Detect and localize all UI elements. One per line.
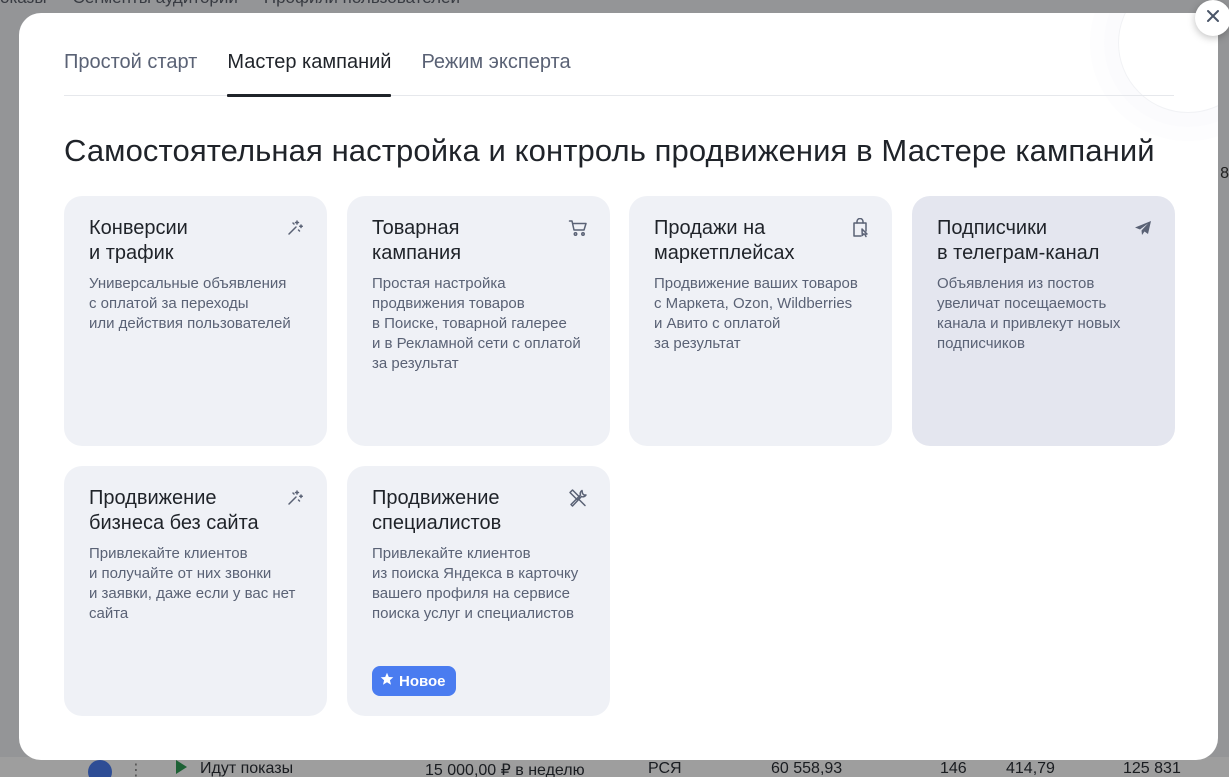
card-title: Товарная кампания xyxy=(372,217,462,264)
card-description: Привлекайте клиентов и получайте от них … xyxy=(89,545,296,622)
card-product-campaign[interactable]: Товарная кампания Простая настройка прод… xyxy=(347,196,610,446)
card-description: Простая настройка продвижения товаров в … xyxy=(372,275,581,372)
new-badge: Новое xyxy=(372,666,456,696)
card-description: Продвижение ваших товаров с Маркета, Ozo… xyxy=(654,275,858,352)
card-business-no-site[interactable]: Продвижение бизнеса без сайта Привлекайт… xyxy=(64,466,327,716)
card-description: Привлекайте клиентов из поиска Яндекса в… xyxy=(372,545,579,622)
card-description: Объявления из постов увеличат посещаемос… xyxy=(937,275,1121,352)
tab-expert-mode[interactable]: Режим эксперта xyxy=(421,41,570,96)
background-edge-number: 8 xyxy=(1220,165,1229,182)
play-icon xyxy=(176,760,187,774)
tools-icon xyxy=(568,488,588,508)
magic-wand-icon xyxy=(285,488,305,508)
card-title: Конверсии и трафик xyxy=(89,217,188,264)
card-title: Продвижение специалистов xyxy=(372,487,502,534)
badge-label: Новое xyxy=(399,672,446,690)
row-status: Идут показы xyxy=(200,760,294,777)
row-value: 414,79 xyxy=(1006,760,1055,777)
tab-campaign-master[interactable]: Мастер кампаний xyxy=(227,41,392,97)
page-title: Самостоятельная настройка и контроль про… xyxy=(64,133,1155,168)
star-icon xyxy=(380,672,394,690)
paper-plane-icon xyxy=(1133,218,1153,238)
background-table-row: ⋮ Идут показы 15 000,00 ₽ в неделю РСЯ 6… xyxy=(0,757,1229,777)
more-vertical-icon: ⋮ xyxy=(128,762,144,777)
card-description: Универсальные объявления с оплатой за пе… xyxy=(89,275,291,332)
card-title: Продажи на маркетплейсах xyxy=(654,217,795,264)
tab-simple-start[interactable]: Простой старт xyxy=(64,41,197,96)
row-value: 125 831 xyxy=(1123,760,1181,777)
row-value: 60 558,93 xyxy=(771,760,843,777)
lightning-icon xyxy=(88,760,112,777)
row-budget: 15 000,00 ₽ в неделю xyxy=(425,762,585,777)
campaign-type-modal: Простой старт Мастер кампаний Режим эксп… xyxy=(19,13,1218,760)
card-title: Подписчики в телеграм-канал xyxy=(937,217,1100,264)
shopping-bag-icon xyxy=(850,218,870,238)
mode-tabs: Простой старт Мастер кампаний Режим эксп… xyxy=(64,41,1174,97)
row-value: 146 xyxy=(940,760,967,777)
card-title: Продвижение бизнеса без сайта xyxy=(89,487,259,534)
card-telegram-subscribers[interactable]: Подписчики в телеграм-канал Объявления и… xyxy=(912,196,1175,446)
card-marketplace-sales[interactable]: Продажи на маркетплейсах Продвижение ваш… xyxy=(629,196,892,446)
magic-wand-icon xyxy=(285,218,305,238)
close-icon xyxy=(1206,9,1220,28)
cart-icon xyxy=(568,218,588,238)
card-conversions-traffic[interactable]: Конверсии и трафик Универсальные объявле… xyxy=(64,196,327,446)
card-specialists[interactable]: Продвижение специалистов Привлекайте кли… xyxy=(347,466,610,716)
row-network: РСЯ xyxy=(648,760,682,777)
close-button[interactable] xyxy=(1195,0,1229,36)
